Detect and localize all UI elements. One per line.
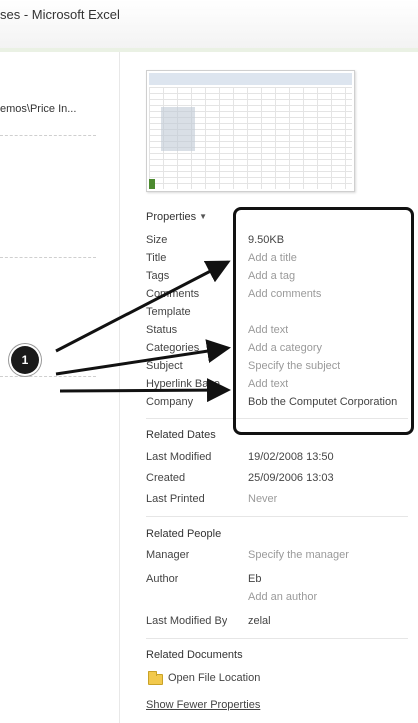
left-pane-divider: [0, 376, 96, 377]
people-value-manager[interactable]: Specify the manager: [248, 549, 349, 561]
thumbnail-ribbon: [149, 73, 352, 85]
properties-dropdown[interactable]: Properties ▼: [146, 211, 207, 223]
property-label-status: Status: [146, 324, 178, 336]
chevron-down-icon: ▼: [199, 212, 208, 221]
date-label-last-printed: Last Printed: [146, 493, 205, 505]
property-label-hyperlink-base: Hyperlink Base: [146, 378, 220, 390]
related-dates-heading: Related Dates: [146, 429, 216, 441]
property-label-categories: Categories: [146, 342, 200, 354]
left-pane-divider: [0, 135, 96, 136]
property-label-size: Size: [146, 234, 168, 246]
add-author-link[interactable]: Add an author: [248, 591, 317, 603]
date-value-last-modified: 19/02/2008 13:50: [248, 451, 334, 463]
people-label-manager: Manager: [146, 549, 190, 561]
related-people-heading: Related People: [146, 528, 222, 540]
property-value-categories[interactable]: Add a category: [248, 342, 322, 354]
properties-heading: Properties: [146, 211, 197, 223]
section-separator: [146, 638, 408, 639]
property-value-size: 9.50KB: [248, 234, 285, 246]
property-label-tags: Tags: [146, 270, 170, 282]
pane-divider: [119, 52, 120, 723]
property-label-subject: Subject: [146, 360, 183, 372]
file-path[interactable]: emos\Price In...: [0, 103, 76, 115]
property-label-template: Template: [146, 306, 191, 318]
property-value-subject[interactable]: Specify the subject: [248, 360, 340, 372]
people-value-author[interactable]: Eb: [248, 573, 261, 585]
date-label-created: Created: [146, 472, 186, 484]
backstage-left-pane: [0, 52, 118, 723]
property-value-tags[interactable]: Add a tag: [248, 270, 295, 282]
related-documents-heading: Related Documents: [146, 649, 243, 661]
folder-icon: [148, 671, 163, 685]
left-pane-divider: [0, 257, 96, 258]
window-title: ses - Microsoft Excel: [0, 7, 120, 22]
people-value-last-modified-by: zelal: [248, 615, 271, 627]
thumbnail-status-mark: [149, 179, 155, 189]
property-value-title[interactable]: Add a title: [248, 252, 297, 264]
property-label-company: Company: [146, 396, 194, 408]
section-separator: [146, 516, 408, 517]
property-value-hyperlink-base[interactable]: Add text: [248, 378, 288, 390]
thumbnail-data-block: [161, 107, 195, 151]
section-separator: [146, 418, 408, 419]
property-value-comments[interactable]: Add comments: [248, 288, 321, 300]
property-value-company[interactable]: Bob the Computet Corporation: [248, 396, 410, 408]
annotation-step-badge: 1: [11, 346, 39, 374]
property-label-title: Title: [146, 252, 167, 264]
date-label-last-modified: Last Modified: [146, 451, 212, 463]
open-file-location-link[interactable]: Open File Location: [168, 672, 260, 684]
property-value-status[interactable]: Add text: [248, 324, 288, 336]
title-bar: ses - Microsoft Excel: [0, 0, 418, 49]
people-label-author: Author: [146, 573, 179, 585]
people-label-last-modified-by: Last Modified By: [146, 615, 228, 627]
property-label-comments: Comments: [146, 288, 200, 300]
date-value-last-printed: Never: [248, 493, 278, 505]
show-fewer-properties-link[interactable]: Show Fewer Properties: [146, 699, 260, 711]
document-preview-thumbnail[interactable]: [146, 70, 355, 192]
date-value-created: 25/09/2006 13:03: [248, 472, 334, 484]
